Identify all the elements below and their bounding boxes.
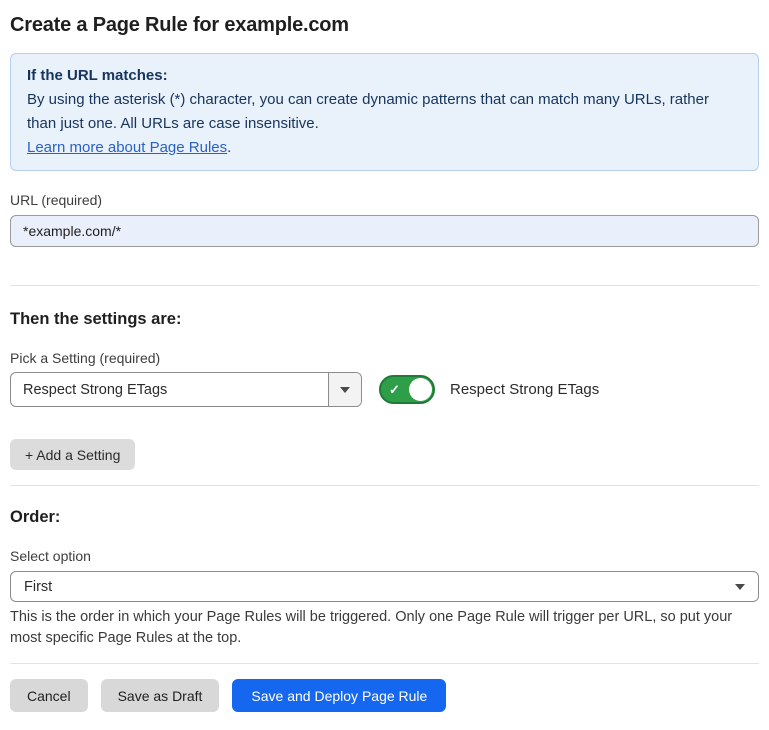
order-select-value: First [24, 579, 52, 595]
pick-setting-label: Pick a Setting (required) [10, 350, 759, 366]
cancel-button[interactable]: Cancel [10, 679, 88, 712]
order-select[interactable]: First [10, 571, 759, 602]
check-icon: ✓ [389, 383, 400, 396]
chevron-down-icon [340, 387, 350, 393]
info-box-body: By using the asterisk (*) character, you… [27, 88, 742, 136]
divider [10, 285, 759, 286]
settings-section-heading: Then the settings are: [10, 309, 759, 329]
order-section-heading: Order: [10, 507, 759, 527]
chevron-down-icon [735, 584, 745, 590]
toggle-knob [409, 378, 432, 401]
setting-select-value: Respect Strong ETags [11, 373, 328, 406]
respect-strong-etags-toggle[interactable]: ✓ [379, 375, 435, 404]
divider [10, 663, 759, 664]
setting-select[interactable]: Respect Strong ETags [10, 372, 362, 407]
url-match-info-box: If the URL matches: By using the asteris… [10, 53, 759, 171]
order-select-label: Select option [10, 548, 759, 564]
info-box-link-line: Learn more about Page Rules. [27, 136, 742, 160]
order-help-text: This is the order in which your Page Rul… [10, 607, 759, 649]
divider [10, 485, 759, 486]
setting-select-arrow-segment[interactable] [328, 373, 361, 406]
save-and-deploy-button[interactable]: Save and Deploy Page Rule [232, 679, 446, 712]
page-title: Create a Page Rule for example.com [10, 12, 759, 38]
toggle-label: Respect Strong ETags [450, 381, 599, 398]
save-as-draft-button[interactable]: Save as Draft [101, 679, 220, 712]
url-field-label: URL (required) [10, 192, 759, 208]
learn-more-link[interactable]: Learn more about Page Rules [27, 139, 227, 156]
footer-button-bar: Cancel Save as Draft Save and Deploy Pag… [10, 679, 759, 712]
link-suffix: . [227, 139, 231, 156]
setting-row: Respect Strong ETags ✓ Respect Strong ET… [10, 372, 759, 407]
url-input[interactable] [10, 215, 759, 247]
add-setting-button[interactable]: + Add a Setting [10, 439, 135, 470]
info-box-heading: If the URL matches: [27, 64, 742, 88]
